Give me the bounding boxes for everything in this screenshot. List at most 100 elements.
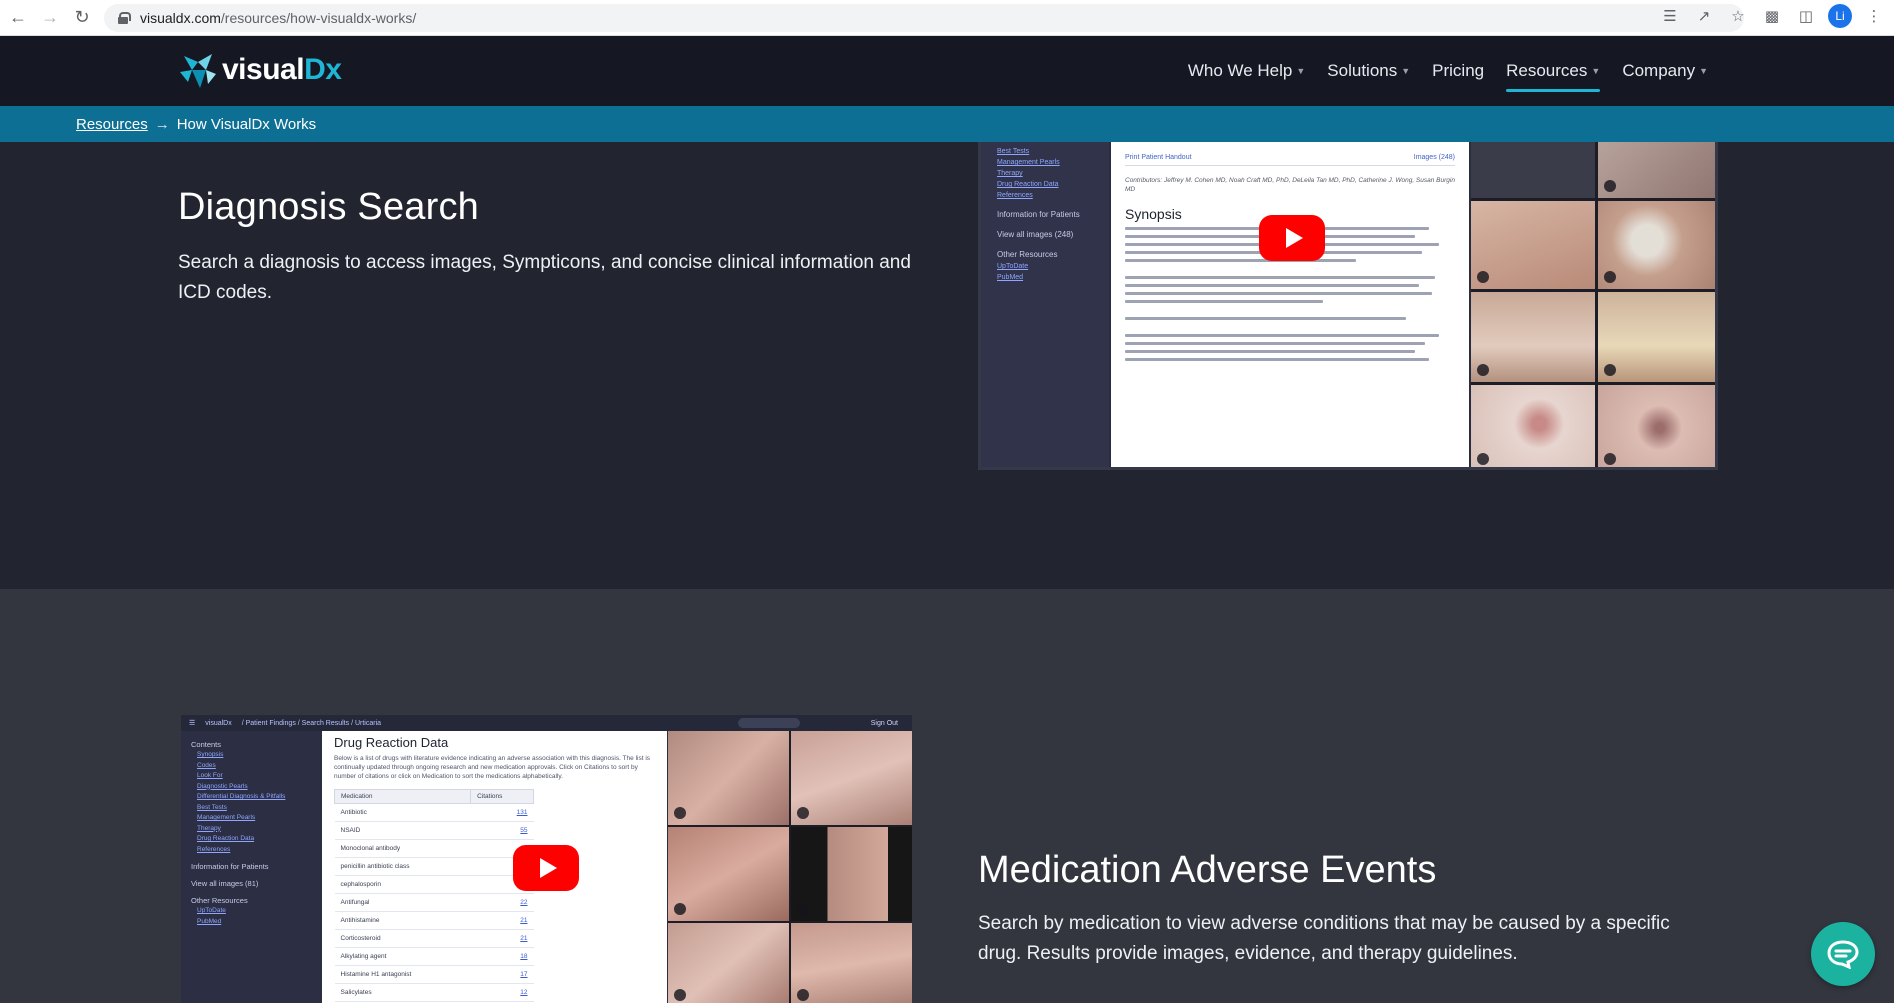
medication-cell: Salicylates bbox=[334, 983, 471, 1002]
video-article-title: Drug Reaction Data bbox=[334, 735, 449, 750]
medication-cell: Alkylating agent bbox=[334, 947, 471, 966]
caret-down-icon: ▼ bbox=[1591, 66, 1601, 76]
gallery-thumb bbox=[1597, 201, 1715, 289]
drug-reaction-table: Medication Citations Antibiotic 131 NSAID 5… bbox=[333, 789, 534, 1002]
diagnosis-search-section: Diagnosis Search Search a diagnosis to a… bbox=[0, 142, 1894, 589]
url-path: /resources/how-visualdx-works/ bbox=[220, 10, 417, 26]
video-sidebar-links: Synopsis Codes Look For Diagnostic Pearls Di… bbox=[191, 750, 311, 855]
citations-cell: 17 bbox=[470, 965, 534, 984]
side-panel-icon[interactable]: ◫ bbox=[1794, 4, 1818, 28]
gallery-thumb bbox=[1471, 385, 1595, 467]
nav-solutions[interactable]: Solutions ▼ bbox=[1327, 36, 1410, 106]
gallery-thumb bbox=[1471, 142, 1595, 198]
video-topbar-breadcrumb: / Patient Findings / Search Results / Ur… bbox=[241, 719, 382, 727]
table-header: Citations bbox=[470, 789, 534, 804]
caret-down-icon: ▼ bbox=[1401, 66, 1411, 76]
table-row: Antihistamine 21 bbox=[334, 911, 534, 930]
video-search-pill bbox=[738, 718, 800, 728]
video-article: Print Patient Handout Images (248) Contri… bbox=[1111, 142, 1469, 467]
youtube-play-icon[interactable] bbox=[513, 845, 579, 891]
text-line bbox=[1125, 334, 1439, 337]
video-sidebar-heading: View all images (248) bbox=[997, 230, 1074, 239]
diagnosis-search-title: Diagnosis Search bbox=[178, 186, 480, 228]
video-sidebar-link: Drug Reaction Data bbox=[197, 835, 255, 842]
text-line bbox=[1125, 358, 1429, 361]
breadcrumb: Resources → How VisualDx Works bbox=[0, 106, 1894, 142]
video-sidebar-link: Diagnostic Pearls bbox=[197, 782, 248, 790]
nav-who-we-help[interactable]: Who We Help ▼ bbox=[1188, 36, 1305, 106]
citations-cell: 21 bbox=[470, 929, 534, 948]
nav-company[interactable]: Company ▼ bbox=[1622, 36, 1708, 106]
video-image-gallery bbox=[668, 731, 912, 1003]
lock-icon[interactable] bbox=[118, 12, 131, 24]
table-row: Salicylates 12 bbox=[334, 983, 534, 1002]
video-sidebar-link: Differential Diagnosis & Pitfalls bbox=[197, 793, 286, 800]
gallery-thumb bbox=[1471, 201, 1595, 289]
nav-pricing[interactable]: Pricing bbox=[1432, 36, 1484, 106]
back-arrow-icon[interactable]: ← bbox=[4, 4, 32, 32]
more-menu-icon[interactable]: ⋮ bbox=[1862, 4, 1886, 28]
medication-cell: Antibiotic bbox=[334, 803, 471, 822]
video-sidebar-link: Look For bbox=[197, 772, 223, 779]
reload-icon[interactable]: ↻ bbox=[68, 4, 96, 32]
video-article: Drug Reaction Data Below is a list of dr… bbox=[322, 731, 667, 1003]
video-topbar: ☰ visualDx / Patient Findings / Search R… bbox=[181, 715, 912, 731]
video-sidebar-link: PubMed bbox=[997, 274, 1024, 281]
video-sidebar-link: Therapy bbox=[997, 170, 1023, 177]
chat-widget-button[interactable] bbox=[1811, 922, 1875, 986]
video-image-gallery bbox=[1471, 142, 1715, 467]
medication-cell: penicillin antibiotic class bbox=[334, 857, 471, 876]
video-sidebar-link: Management Pearls bbox=[997, 159, 1060, 166]
medication-cell: Corticosteroid bbox=[334, 929, 471, 948]
video-sidebar-link: Management Pearls bbox=[197, 814, 256, 821]
profile-avatar[interactable]: Li bbox=[1828, 4, 1852, 28]
medication-cell: NSAID bbox=[334, 821, 471, 840]
breadcrumb-current: How VisualDx Works bbox=[176, 115, 317, 133]
citations-cell: 21 bbox=[470, 911, 534, 930]
forward-arrow-icon[interactable]: → bbox=[36, 4, 64, 32]
main-navigation: Who We Help ▼ Solutions ▼ Pricing Resource… bbox=[1188, 36, 1708, 106]
video-sidebar-link: Drug Reaction Data bbox=[997, 181, 1059, 188]
diagnosis-search-video[interactable]: Best Tests Management Pearls Therapy Dru… bbox=[978, 142, 1718, 470]
gallery-thumb bbox=[1597, 142, 1715, 198]
video-sidebar-link: UpToDate bbox=[197, 907, 226, 914]
video-sidebar-heading: Information for Patients bbox=[191, 862, 269, 871]
gallery-thumb bbox=[1597, 385, 1715, 467]
medication-adverse-events-title: Medication Adverse Events bbox=[978, 849, 1437, 891]
citations-cell: 12 bbox=[470, 983, 534, 1002]
table-row: Antibiotic 131 bbox=[334, 803, 534, 822]
text-line bbox=[1125, 259, 1356, 262]
gallery-thumb bbox=[791, 827, 912, 921]
share-icon[interactable]: ↗ bbox=[1692, 4, 1716, 28]
translate-icon[interactable]: ☰ bbox=[1658, 4, 1682, 28]
diagnosis-search-description: Search a diagnosis to access images, Sym… bbox=[178, 252, 911, 303]
nav-resources[interactable]: Resources ▼ bbox=[1506, 36, 1601, 106]
medication-cell: Antihistamine bbox=[334, 911, 471, 930]
breadcrumb-resources-link[interactable]: Resources bbox=[76, 116, 148, 133]
video-sidebar-link: Best Tests bbox=[197, 803, 227, 811]
video-sidebar-heading: View all images (81) bbox=[191, 879, 259, 888]
gallery-thumb bbox=[668, 827, 789, 921]
breadcrumb-separator: → bbox=[154, 115, 170, 133]
star-icon[interactable]: ☆ bbox=[1726, 4, 1750, 28]
citations-cell: 18 bbox=[470, 947, 534, 966]
site-header: visualDx Who We Help ▼ Solutions ▼ Pricing… bbox=[0, 36, 1894, 106]
video-sidebar-link: Synopsis bbox=[197, 751, 224, 758]
table-row: penicillin antibiotic class26 bbox=[334, 857, 534, 876]
video-sidebar-link: PubMed bbox=[197, 917, 222, 925]
video-sidebar-link: Best Tests bbox=[997, 148, 1030, 155]
video-sidebar: Best Tests Management Pearls Therapy Dru… bbox=[981, 142, 1109, 467]
address-bar[interactable]: visualdx.com/resources/how-visualdx-work… bbox=[104, 4, 1744, 32]
visualdx-logo[interactable]: visualDx bbox=[178, 48, 342, 92]
video-article-description: Below is a list of drugs with literature… bbox=[334, 755, 651, 780]
citations-cell: 55 bbox=[470, 821, 534, 840]
medication-adverse-events-section: ☰ visualDx / Patient Findings / Search R… bbox=[0, 589, 1894, 1003]
youtube-play-icon[interactable] bbox=[1259, 215, 1325, 261]
caret-down-icon: ▼ bbox=[1296, 66, 1306, 76]
gallery-thumb bbox=[791, 731, 912, 825]
medication-adverse-events-video[interactable]: ☰ visualDx / Patient Findings / Search R… bbox=[181, 715, 912, 1003]
gallery-thumb bbox=[1597, 292, 1715, 382]
puzzle-icon[interactable]: ▩ bbox=[1760, 4, 1784, 28]
citations-cell: 22 bbox=[470, 893, 534, 912]
video-article-toolbar: Print Patient Handout Images (248) bbox=[1125, 150, 1455, 166]
